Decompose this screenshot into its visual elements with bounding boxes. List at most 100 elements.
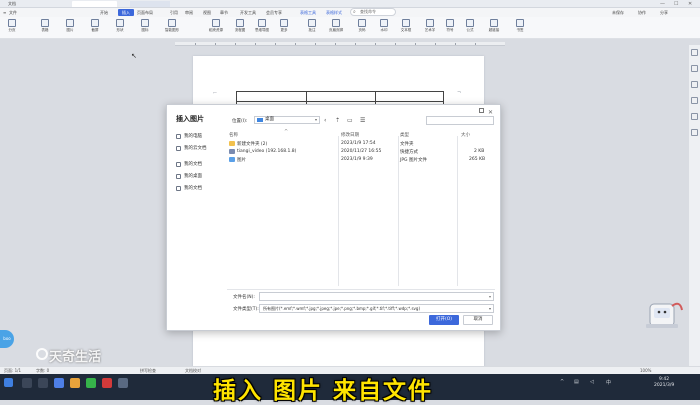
ribbon-shape[interactable]: 形状 (110, 19, 130, 38)
ribbon-picture[interactable]: 图片 (60, 19, 80, 38)
picture-icon (66, 19, 74, 27)
side-tool-icon[interactable] (691, 113, 698, 120)
status-proofread[interactable]: 文档校对 (185, 367, 201, 374)
menu-reference[interactable]: 引用 (170, 9, 178, 16)
ribbon-more[interactable]: 更多 (274, 19, 294, 38)
menu-member[interactable]: 会员专享 (266, 9, 282, 16)
input-method-icon[interactable]: 中 (606, 379, 611, 386)
zoom-level[interactable]: 100% (640, 367, 651, 374)
file-row[interactable]: tiangi_video (192.168.1.8) 2020/11/27 16… (227, 149, 495, 156)
task-view-icon[interactable] (38, 378, 48, 388)
tab-docs[interactable]: 文档 (8, 1, 16, 7)
ribbon-symbol[interactable]: 符号 (440, 19, 460, 38)
ribbon-flowchart[interactable]: 流程图 (230, 19, 250, 38)
dialog-maximize-icon[interactable] (479, 108, 484, 113)
cancel-button[interactable]: 取消 (463, 315, 493, 325)
dialog-search-input[interactable] (426, 116, 494, 125)
network-icon[interactable]: ▤ (574, 379, 579, 385)
menu-developer[interactable]: 开发工具 (240, 9, 256, 16)
open-button[interactable]: 打开(O) (429, 315, 459, 325)
column-type[interactable]: 类型 (400, 132, 409, 138)
menu-file[interactable]: 文件 (9, 9, 17, 16)
side-tool-icon[interactable] (691, 65, 698, 72)
ribbon-watermark[interactable]: 水印 (374, 19, 394, 38)
ribbon-textbox[interactable]: 文本框 (396, 19, 416, 38)
chevron-down-icon: ▾ (488, 306, 491, 311)
menu-hamburger-icon[interactable]: ≡ (3, 9, 6, 16)
ribbon-mindmap[interactable]: 思维导图 (252, 19, 272, 38)
menu-review[interactable]: 审阅 (185, 9, 193, 16)
volume-icon[interactable]: ◁ (590, 379, 594, 385)
location-select[interactable]: 桌面 ▾ (254, 116, 320, 124)
dialog-close-icon[interactable]: ✕ (488, 109, 493, 116)
ribbon-screenshot[interactable]: 截屏 (85, 19, 105, 38)
menu-chapter[interactable]: 章节 (220, 9, 228, 16)
menu-table-tools[interactable]: 表格工具 (300, 9, 316, 16)
image-file-icon (229, 157, 235, 162)
menu-insert[interactable]: 插入 (118, 9, 134, 16)
insert-picture-dialog: 插入图片 ✕ 我的电脑 我的云文档 我的文档 我的桌面 我的文档 位置(I): … (166, 104, 501, 331)
menu-home[interactable]: 开始 (100, 9, 108, 16)
window-maximize-icon[interactable]: ☐ (674, 1, 678, 7)
ribbon-table[interactable]: 表格 (35, 19, 55, 38)
column-size[interactable]: 大小 (461, 132, 470, 138)
ribbon-page-number[interactable]: 页码 (352, 19, 372, 38)
wps-icon[interactable] (102, 378, 112, 388)
view-mode-icon[interactable]: ☰ (360, 117, 365, 124)
side-tool-icon[interactable] (691, 129, 698, 136)
nav-my-documents-2[interactable]: 我的文档 (175, 183, 225, 195)
right-tool-strip (689, 45, 700, 375)
search-icon: ⌕ (353, 9, 356, 15)
column-date[interactable]: 修改日期 (341, 132, 359, 138)
wechat-icon[interactable] (86, 378, 96, 388)
nav-cloud-docs[interactable]: 我的云文档 (175, 143, 225, 155)
new-folder-icon[interactable]: ▭ (347, 117, 353, 124)
file-row[interactable]: 图片 2023/1/9 9:39 JPG 图片文件 265 KB (227, 157, 495, 164)
ribbon-smartart[interactable]: 智能图形 (162, 19, 182, 38)
taskbar-clock[interactable]: 9:42 2021/3/9 (654, 377, 674, 389)
command-search-input[interactable]: ⌕ 查找命令 (350, 8, 396, 16)
status-spellcheck[interactable]: 拼写检查 (140, 367, 156, 374)
back-icon[interactable]: ‹ (324, 117, 326, 124)
hyperlink-icon (490, 19, 498, 27)
share-button[interactable]: 分享 (660, 9, 668, 16)
horizontal-ruler[interactable] (175, 42, 505, 46)
ribbon-header-footer[interactable]: 页眉页脚 (326, 19, 346, 38)
ribbon-comment[interactable]: 批注 (302, 19, 322, 38)
ribbon-formula[interactable]: 公式 (460, 19, 480, 38)
side-tool-icon[interactable] (691, 97, 698, 104)
column-name[interactable]: 名称 (229, 132, 238, 138)
side-tool-icon[interactable] (691, 81, 698, 88)
file-explorer-icon[interactable] (70, 378, 80, 388)
ribbon-page-break[interactable]: 分页 (2, 19, 22, 38)
ribbon-docer[interactable]: 稻壳资源 (206, 19, 226, 38)
filename-input[interactable]: ▾ (259, 292, 494, 301)
tray-up-icon[interactable]: ^ (560, 379, 564, 385)
page-break-icon (8, 19, 16, 27)
ribbon-wordart[interactable]: 艺术字 (420, 19, 440, 38)
collab-button[interactable]: 协作 (638, 9, 646, 16)
tab-other[interactable] (130, 1, 170, 7)
side-tool-icon[interactable] (691, 49, 698, 56)
chevron-down-icon: ▾ (488, 294, 491, 299)
nav-my-desktop[interactable]: 我的桌面 (175, 171, 225, 183)
search-icon[interactable] (22, 378, 32, 388)
windows-start-icon[interactable] (4, 378, 13, 387)
ribbon-icons[interactable]: 图标 (135, 19, 155, 38)
filetype-select[interactable]: 所有图片(*.emf;*.wmf;*.jpg;*.jpeg;*.jpe;*.pn… (259, 304, 494, 313)
window-close-icon[interactable]: ✕ (688, 1, 692, 7)
menu-view[interactable]: 视图 (203, 9, 211, 16)
app-icon[interactable] (118, 378, 128, 388)
tab-current-doc[interactable] (72, 1, 117, 7)
ribbon-hyperlink[interactable]: 超链接 (484, 19, 504, 38)
menu-page-layout[interactable]: 页面布局 (137, 9, 153, 16)
page-number-icon (358, 19, 366, 27)
file-row[interactable]: 新建文件夹 (2) 2023/1/9 17:54 文件夹 (227, 141, 495, 148)
nav-my-documents[interactable]: 我的文档 (175, 159, 225, 171)
folder-up-icon[interactable]: ⇡ (335, 117, 340, 124)
ribbon-bookmark[interactable]: 书签 (510, 19, 530, 38)
browser-icon[interactable] (54, 378, 64, 388)
window-minimize-icon[interactable]: — (660, 1, 665, 7)
menu-table-style[interactable]: 表格样式 (326, 9, 342, 16)
nav-my-computer[interactable]: 我的电脑 (175, 131, 225, 143)
